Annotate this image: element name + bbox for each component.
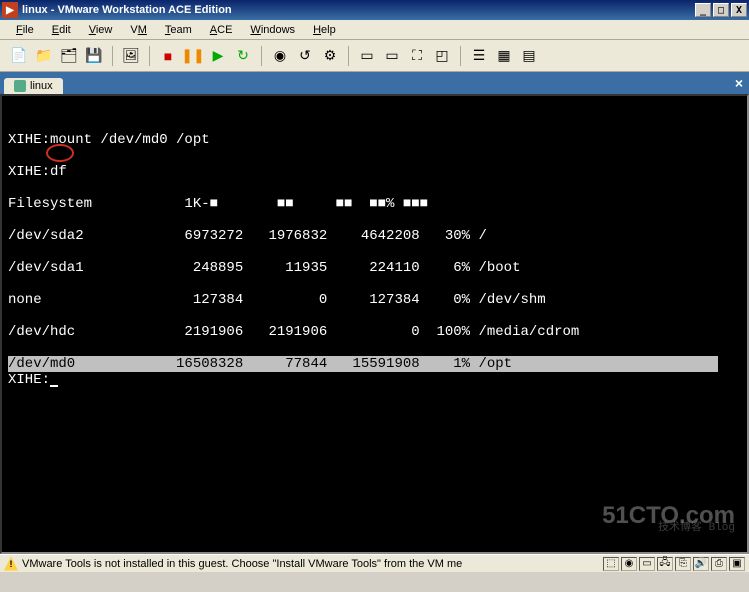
toolbar-folder-icon[interactable]: 🗂: [58, 45, 80, 67]
minimize-button[interactable]: _: [695, 3, 711, 17]
toolbar-quickswitch-icon[interactable]: ▤: [518, 45, 540, 67]
menu-windows[interactable]: Windows: [242, 22, 303, 38]
toolbar-view1-icon[interactable]: ▭: [356, 45, 378, 67]
toolbar-snapshot-icon[interactable]: ◉: [269, 45, 291, 67]
table-row: none 127384 0 127384 0% /dev/shm: [8, 292, 741, 308]
close-button[interactable]: X: [731, 3, 747, 17]
toolbar-reset-icon[interactable]: ↻: [232, 45, 254, 67]
app-icon: ▶: [2, 2, 18, 18]
menu-view[interactable]: View: [81, 22, 121, 38]
menu-vm[interactable]: VM: [122, 22, 155, 38]
vm-tab-icon: [14, 80, 26, 92]
maximize-button[interactable]: □: [713, 3, 729, 17]
status-text: VMware Tools is not installed in this gu…: [22, 558, 603, 570]
table-row: /dev/sda2 6973272 1976832 4642208 30% /: [8, 228, 741, 244]
terminal-line: XIHE:df: [8, 164, 741, 180]
tray-cd-icon[interactable]: ◉: [621, 557, 637, 571]
toolbar-new-icon[interactable]: 📄: [8, 45, 30, 67]
tray-floppy-icon[interactable]: ▭: [639, 557, 655, 571]
toolbar-view2-icon[interactable]: ▭: [381, 45, 403, 67]
toolbar-revert-icon[interactable]: ↺: [294, 45, 316, 67]
tray-network-icon[interactable]: 🖧: [657, 557, 673, 571]
vm-tab[interactable]: linux: [4, 78, 63, 94]
terminal-line: XIHE:mount /dev/md0 /opt: [8, 132, 741, 148]
watermark-sub: 技术博客 Blog: [658, 520, 735, 536]
menu-edit[interactable]: Edit: [44, 22, 79, 38]
menubar: File Edit View VM Team ACE Windows Help: [0, 20, 749, 40]
statusbar: ! VMware Tools is not installed in this …: [0, 554, 749, 572]
toolbar-fullscreen-icon[interactable]: ⛶: [406, 45, 428, 67]
toolbar-open-icon[interactable]: 📁: [33, 45, 55, 67]
terminal-header: Filesystem 1K-■ ■■ ■■ ■■% ■■■: [8, 196, 741, 212]
toolbar-save-icon[interactable]: 💾: [83, 45, 105, 67]
vm-tab-label: linux: [30, 80, 53, 92]
warning-icon: !: [4, 557, 18, 571]
tray-hdd-icon[interactable]: ⬚: [603, 557, 619, 571]
terminal[interactable]: XIHE:mount /dev/md0 /opt XIHE:df Filesys…: [0, 94, 749, 554]
tray: ⬚ ◉ ▭ 🖧 ⎘ 🔊 ⎙ ▣: [603, 557, 745, 571]
tab-close-icon[interactable]: ×: [735, 75, 743, 91]
menu-team[interactable]: Team: [157, 22, 200, 38]
toolbar-manage-icon[interactable]: ⚙: [319, 45, 341, 67]
tray-sound-icon[interactable]: 🔊: [693, 557, 709, 571]
watermark: 51CTO.com: [602, 508, 735, 524]
menu-help[interactable]: Help: [305, 22, 344, 38]
cursor-icon: [50, 385, 58, 387]
terminal-prompt: XIHE:: [8, 372, 741, 388]
menu-file[interactable]: File: [8, 22, 42, 38]
table-row: /dev/hdc 2191906 2191906 0 100% /media/c…: [8, 324, 741, 340]
menu-ace[interactable]: ACE: [202, 22, 241, 38]
window-title: linux - VMware Workstation ACE Edition: [22, 4, 695, 16]
toolbar-stop-icon[interactable]: ■: [157, 45, 179, 67]
toolbar-console-icon[interactable]: ▦: [493, 45, 515, 67]
tray-display-icon[interactable]: ▣: [729, 557, 745, 571]
tabbar: linux ×: [0, 72, 749, 94]
table-row-highlighted: /dev/md0 16508328 77844 15591908 1% /opt: [8, 356, 718, 372]
tray-printer-icon[interactable]: ⎙: [711, 557, 727, 571]
toolbar-play-icon[interactable]: ▶: [207, 45, 229, 67]
window-titlebar: ▶ linux - VMware Workstation ACE Edition…: [0, 0, 749, 20]
toolbar-screenshot-icon[interactable]: 🖼: [120, 45, 142, 67]
toolbar: 📄 📁 🗂 💾 🖼 ■ ❚❚ ▶ ↻ ◉ ↺ ⚙ ▭ ▭ ⛶ ◰ ☰ ▦ ▤: [0, 40, 749, 72]
table-row: /dev/sda1 248895 11935 224110 6% /boot: [8, 260, 741, 276]
toolbar-pause-icon[interactable]: ❚❚: [182, 45, 204, 67]
toolbar-summary-icon[interactable]: ☰: [468, 45, 490, 67]
toolbar-unity-icon[interactable]: ◰: [431, 45, 453, 67]
tray-usb-icon[interactable]: ⎘: [675, 557, 691, 571]
